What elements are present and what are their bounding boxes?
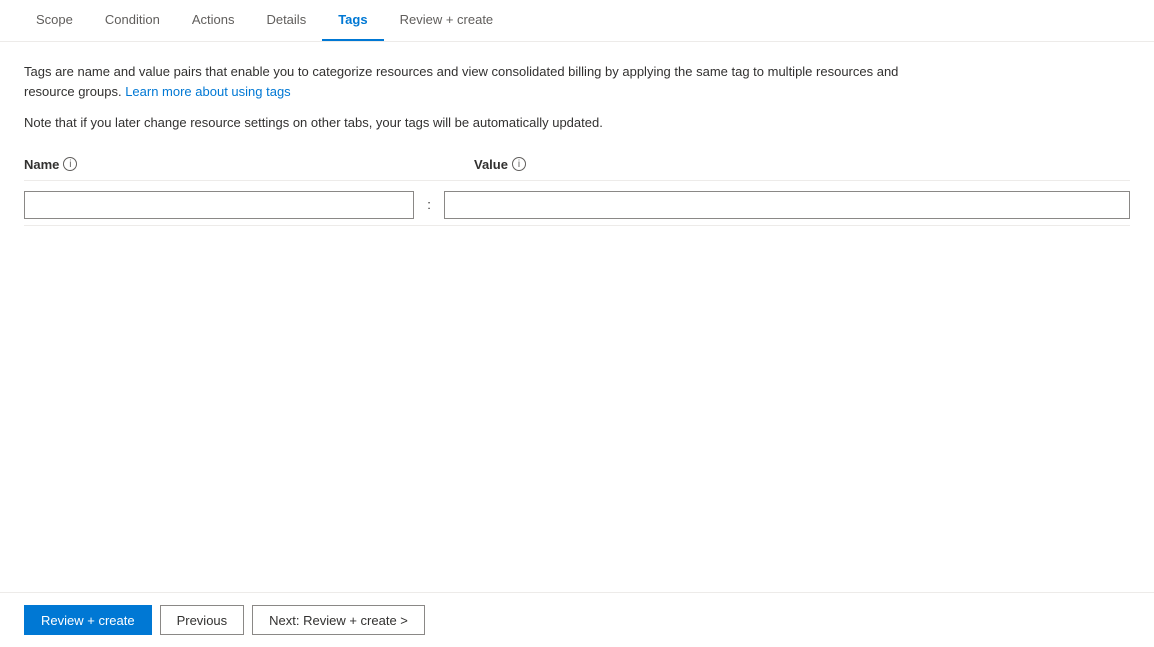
tab-tags[interactable]: Tags <box>322 0 383 41</box>
main-content: Scope Condition Actions Details Tags Rev… <box>0 0 1154 592</box>
name-info-icon[interactable]: i <box>63 157 77 171</box>
name-column-header: Name i <box>24 157 444 172</box>
description-text: Tags are name and value pairs that enabl… <box>24 62 924 101</box>
tab-condition[interactable]: Condition <box>89 0 176 41</box>
tab-actions[interactable]: Actions <box>176 0 251 41</box>
tag-name-input[interactable] <box>24 191 414 219</box>
tags-form: Name i Value i : <box>24 157 1130 226</box>
form-header-row: Name i Value i <box>24 157 1130 181</box>
colon-divider: : <box>414 197 444 212</box>
tag-name-field-wrapper <box>24 191 414 219</box>
learn-more-link[interactable]: Learn more about using tags <box>125 84 291 99</box>
tag-value-input[interactable] <box>444 191 1130 219</box>
footer: Review + create Previous Next: Review + … <box>0 592 1154 647</box>
previous-button[interactable]: Previous <box>160 605 245 635</box>
tab-scope[interactable]: Scope <box>20 0 89 41</box>
tag-value-field-wrapper <box>444 191 1130 219</box>
tag-input-row: : <box>24 185 1130 226</box>
value-info-icon[interactable]: i <box>512 157 526 171</box>
review-create-button[interactable]: Review + create <box>24 605 152 635</box>
note-text: Note that if you later change resource s… <box>24 113 1130 133</box>
value-column-header: Value i <box>474 157 1130 172</box>
next-button[interactable]: Next: Review + create > <box>252 605 425 635</box>
content-area: Tags are name and value pairs that enabl… <box>0 42 1154 246</box>
tab-details[interactable]: Details <box>250 0 322 41</box>
tab-review-create[interactable]: Review + create <box>384 0 510 41</box>
tab-navigation: Scope Condition Actions Details Tags Rev… <box>0 0 1154 42</box>
